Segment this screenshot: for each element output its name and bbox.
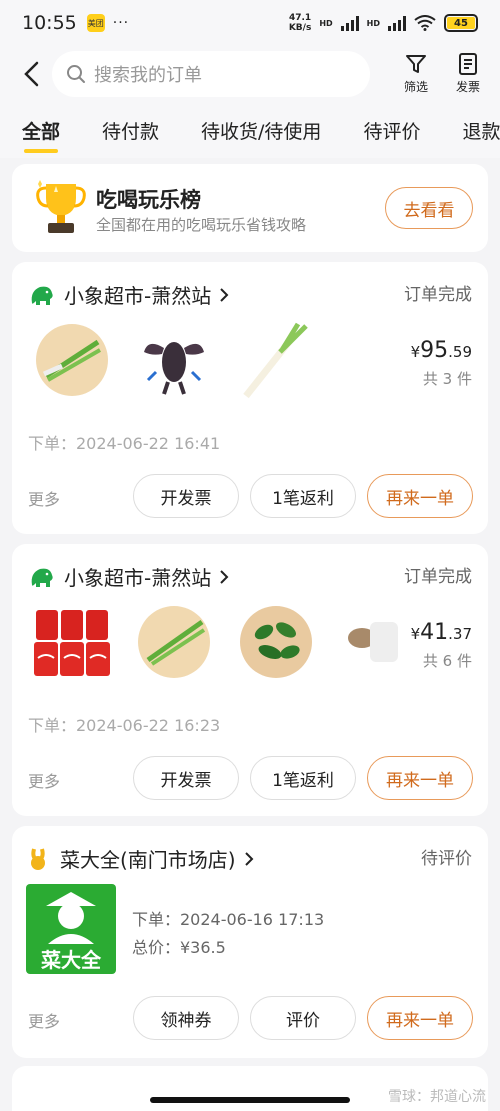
shop-logo[interactable]: 菜大全 (26, 884, 116, 974)
elephant-icon (31, 568, 53, 587)
tab-pending-payment[interactable]: 待付款 (102, 117, 159, 144)
watermark: 雪球：邦道心流 (388, 1089, 486, 1105)
invoice-order-button[interactable]: 开发票 (133, 474, 239, 518)
rebate-button[interactable]: 1笔返利 (250, 474, 356, 518)
logo-text: 菜大全 (41, 948, 101, 972)
order-card[interactable]: 小象超市-萧然站 订单完成 ¥95.59 共 3 件 下单：2024-06-22… (12, 262, 488, 534)
green-peppers-image (240, 606, 312, 678)
filter-button[interactable]: 筛选 (396, 52, 436, 95)
order-card[interactable]: 小象超市-萧然站 订单完成 ¥41.37 共 6 件 下单：2024-06-22… (12, 544, 488, 816)
back-arrow-icon[interactable] (20, 60, 44, 88)
tab-all[interactable]: 全部 (22, 117, 60, 153)
status-bar: 10:55 美团 ··· 47.1 KB/s HD HD 45 (0, 0, 500, 46)
scallion-plate-image (138, 606, 210, 678)
filter-icon (406, 55, 426, 73)
item-count: 共 6 件 (422, 652, 472, 670)
order-total: 总价：¥36.5 (132, 938, 226, 957)
reorder-button[interactable]: 再来一单 (367, 996, 473, 1040)
chevron-right-icon (220, 569, 229, 584)
trophy-icon (36, 180, 86, 233)
order-time: 下单：2024-06-22 16:41 (28, 434, 221, 453)
promo-card[interactable]: 吃喝玩乐榜 全国都在用的吃喝玩乐省钱攻略 去看看 (12, 164, 488, 252)
signal-icon-2 (388, 15, 406, 31)
lobster-image (144, 342, 204, 395)
order-price: ¥95.59 (410, 338, 472, 363)
order-time: 下单：2024-06-22 16:23 (28, 716, 221, 735)
leek-image (243, 322, 308, 399)
item-count: 共 3 件 (422, 370, 472, 388)
meituan-app-icon: 美团 (86, 14, 105, 32)
order-time: 下单：2024-06-16 17:13 (132, 910, 325, 929)
order-status: 订单完成 (404, 567, 472, 587)
invoice-order-button[interactable]: 开发票 (133, 756, 239, 800)
search-placeholder: 搜索我的订单 (94, 65, 202, 86)
chevron-right-icon (244, 851, 254, 866)
signal-icon (340, 15, 359, 31)
tab-pending-receipt[interactable]: 待收货/待使用 (201, 117, 321, 144)
coupon-button[interactable]: 领神券 (133, 996, 239, 1040)
battery-icon: 45 (444, 14, 478, 32)
search-input[interactable]: 搜索我的订单 (52, 51, 370, 97)
more-button[interactable]: 更多 (28, 1008, 60, 1032)
tab-refund[interactable]: 退款/ (462, 117, 500, 144)
search-icon (67, 65, 85, 83)
clock: 10:55 (22, 12, 77, 34)
product-thumbnails[interactable] (32, 320, 316, 400)
cola-cans-image (34, 610, 110, 676)
order-status: 待评价 (421, 849, 472, 869)
chevron-right-icon (220, 287, 229, 302)
order-price: ¥41.37 (410, 620, 472, 645)
elephant-icon (31, 286, 53, 305)
rabbit-icon (31, 848, 45, 870)
reorder-button[interactable]: 再来一单 (367, 756, 473, 800)
review-button[interactable]: 评价 (250, 996, 356, 1040)
tab-pending-review[interactable]: 待评价 (363, 117, 420, 144)
farmer-icon (46, 892, 96, 944)
more-notifications-icon: ··· (112, 15, 130, 31)
order-card[interactable]: 菜大全(南门市场店) 待评价 菜大全 下单：2024-06-16 17:13 总… (12, 826, 488, 1058)
order-status: 订单完成 (404, 285, 472, 305)
shop-name[interactable]: 菜大全(南门市场店) (28, 844, 254, 873)
reorder-button[interactable]: 再来一单 (367, 474, 473, 518)
promo-subtitle: 全国都在用的吃喝玩乐省钱攻略 (96, 216, 307, 234)
shop-name[interactable]: 小象超市-萧然站 (28, 280, 229, 309)
promo-title: 吃喝玩乐榜 (96, 188, 201, 212)
crab-image (348, 622, 398, 662)
invoice-button[interactable]: 发票 (448, 52, 488, 95)
order-tabs: 全部 待付款 待收货/待使用 待评价 退款/ (0, 102, 500, 158)
home-indicator[interactable] (150, 1097, 350, 1103)
shop-name[interactable]: 小象超市-萧然站 (28, 562, 229, 591)
more-button[interactable]: 更多 (28, 768, 60, 792)
go-see-button[interactable]: 去看看 (385, 187, 473, 229)
wifi-icon (414, 15, 436, 31)
product-thumbnails[interactable] (32, 602, 398, 682)
invoice-icon (459, 53, 477, 75)
rebate-button[interactable]: 1笔返利 (250, 756, 356, 800)
network-speed: 47.1 KB/s (288, 13, 312, 33)
more-button[interactable]: 更多 (28, 486, 60, 510)
scallion-plate-image (36, 324, 108, 396)
top-bar: 搜索我的订单 筛选 发票 (0, 46, 500, 102)
